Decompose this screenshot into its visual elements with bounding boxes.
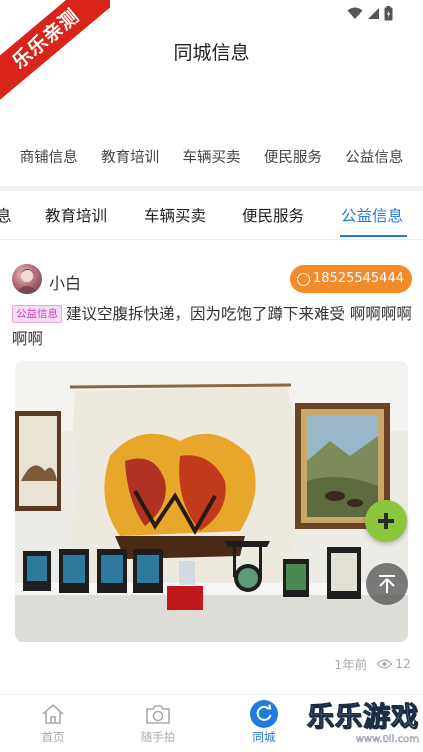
category-row: 商铺信息 教育培训 车辆买卖 便民服务 公益信息 bbox=[0, 146, 423, 167]
post-text-block[interactable]: 公益信息 建议空腹拆快递，因为吃饱了蹲下来难受 啊啊啊啊啊啊 bbox=[12, 302, 412, 352]
back-to-top-button[interactable] bbox=[366, 563, 408, 605]
nav-local[interactable]: 同城 bbox=[234, 700, 294, 745]
watermark-ribbon: 乐乐亲测 bbox=[0, 0, 110, 110]
nav-snapshot-label: 随手拍 bbox=[140, 730, 176, 744]
phone-icon bbox=[297, 272, 311, 286]
post-text: 建议空腹拆快递，因为吃饱了蹲下来难受 啊啊啊啊啊啊 bbox=[12, 305, 412, 348]
home-icon bbox=[42, 703, 64, 724]
views-count-wrap: 12 bbox=[377, 656, 411, 671]
category-education[interactable]: 教育培训 bbox=[101, 146, 159, 167]
tab-services[interactable]: 便民服务 bbox=[242, 204, 304, 226]
wifi-icon bbox=[347, 7, 363, 19]
site-logo-title: 乐乐游戏 bbox=[307, 702, 419, 734]
views-count: 12 bbox=[395, 656, 411, 671]
post-header: 小白 18525545444 bbox=[12, 264, 412, 296]
add-post-button[interactable] bbox=[365, 500, 407, 542]
watermark-text: 乐乐亲测 bbox=[0, 0, 110, 104]
camera-icon bbox=[146, 705, 170, 724]
post-image[interactable] bbox=[15, 361, 408, 642]
plus-icon bbox=[378, 513, 394, 529]
nav-home[interactable]: 首页 bbox=[23, 701, 83, 745]
active-tab-indicator bbox=[340, 235, 407, 237]
post-category-tag: 公益信息 bbox=[12, 305, 62, 323]
category-vehicles[interactable]: 车辆买卖 bbox=[182, 146, 240, 167]
avatar[interactable] bbox=[12, 264, 42, 294]
art-exhibition-photo bbox=[15, 361, 408, 642]
battery-icon bbox=[384, 6, 393, 21]
eye-icon bbox=[377, 658, 393, 669]
post-username[interactable]: 小白 bbox=[49, 270, 81, 294]
back-to-top-icon bbox=[379, 575, 395, 593]
call-button[interactable]: 18525545444 bbox=[290, 265, 412, 293]
phone-number: 18525545444 bbox=[313, 271, 404, 286]
site-logo: 乐乐游戏 www.0ll.com bbox=[291, 702, 420, 748]
post-meta: 1年前 12 bbox=[334, 654, 411, 673]
post-time: 1年前 bbox=[334, 657, 368, 672]
tab-charity[interactable]: 公益信息 bbox=[341, 204, 403, 226]
category-charity[interactable]: 公益信息 bbox=[345, 146, 403, 167]
tab-education[interactable]: 教育培训 bbox=[45, 204, 107, 226]
refresh-circle-icon bbox=[250, 700, 278, 728]
section-divider bbox=[0, 186, 423, 191]
site-logo-url: www.0ll.com bbox=[355, 734, 420, 745]
signal-icon bbox=[368, 8, 379, 19]
tab-shop-partial[interactable]: 息 bbox=[0, 204, 12, 226]
tab-bar: 息 教育培训 车辆买卖 便民服务 公益信息 bbox=[0, 194, 423, 240]
nav-snapshot[interactable]: 随手拍 bbox=[128, 701, 188, 745]
category-services[interactable]: 便民服务 bbox=[264, 146, 322, 167]
category-shop[interactable]: 商铺信息 bbox=[20, 146, 78, 167]
nav-local-label: 同城 bbox=[252, 730, 276, 744]
tab-vehicles[interactable]: 车辆买卖 bbox=[144, 204, 206, 226]
nav-home-label: 首页 bbox=[41, 730, 65, 744]
